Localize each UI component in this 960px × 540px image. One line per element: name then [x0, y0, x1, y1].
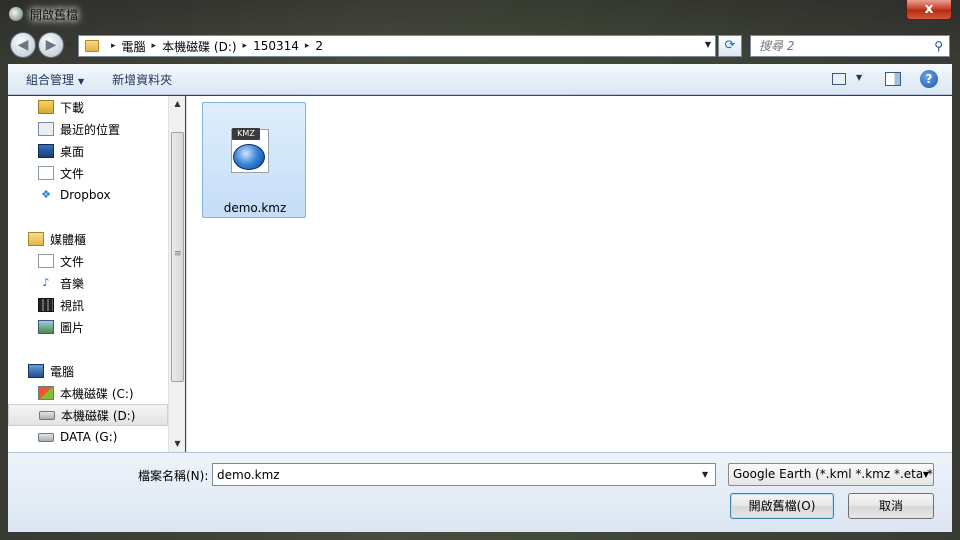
nav-item-label: 圖片	[60, 320, 85, 335]
organize-label: 組合管理	[26, 72, 75, 87]
nav-item-label: Dropbox	[60, 188, 111, 202]
window-title: 開啟舊檔	[30, 7, 79, 22]
breadcrumb-separator[interactable]: ▸	[152, 41, 157, 51]
folder-icon	[85, 40, 99, 52]
command-toolbar: 組合管理 ▼ 新增資料夾 ▼ ?	[8, 64, 952, 95]
filename-label: 檔案名稱(N):	[138, 469, 209, 483]
nav-item-label: DATA (G:)	[60, 430, 118, 444]
nav-item-label: 桌面	[60, 144, 85, 159]
file-type-badge: KMZ	[232, 128, 260, 140]
nav-item-label: 音樂	[60, 276, 85, 291]
file-item[interactable]: KMZ demo.kmz	[202, 102, 306, 218]
nav-item-dropbox[interactable]: ❖ Dropbox	[8, 184, 168, 206]
nav-item-downloads[interactable]: 下載	[8, 96, 168, 118]
nav-item-label: 本機磁碟 (D:)	[61, 408, 136, 423]
dropbox-icon: ❖	[41, 188, 51, 201]
downloads-icon	[38, 100, 54, 114]
drive-icon	[38, 432, 54, 442]
video-icon	[38, 298, 54, 312]
google-earth-icon	[233, 144, 265, 170]
address-dropdown[interactable]: ▼	[705, 40, 711, 49]
scroll-thumb[interactable]: ≡	[171, 132, 184, 382]
search-input[interactable]	[751, 36, 921, 56]
title-bar: 開啟舊檔 x	[0, 0, 960, 28]
nav-item-label: 下載	[60, 100, 85, 115]
kmz-file-icon: KMZ	[231, 128, 269, 173]
bottom-panel: 檔案名稱(N): ▼ Google Earth (*.kml *.kmz *.e…	[8, 452, 952, 532]
cancel-button[interactable]: 取消	[848, 493, 934, 519]
nav-item-label: 文件	[60, 254, 85, 269]
organize-button[interactable]: 組合管理 ▼	[16, 71, 94, 88]
nav-pane-scrollbar[interactable]: ▲ ≡ ▼	[168, 96, 185, 452]
nav-item-label: 電腦	[50, 364, 75, 379]
view-options-icon[interactable]	[832, 73, 846, 85]
search-icon[interactable]: ⚲	[934, 39, 943, 53]
desktop-icon	[38, 144, 54, 158]
breadcrumb-separator[interactable]: ▸	[111, 41, 116, 51]
nav-item-drive-g[interactable]: DATA (G:)	[8, 426, 168, 448]
nav-item-music[interactable]: ♪ 音樂	[8, 272, 168, 294]
nav-item-computer[interactable]: 電腦	[8, 360, 168, 382]
chevron-down-icon[interactable]: ▼	[856, 73, 862, 82]
preview-pane-icon[interactable]	[885, 72, 901, 86]
nav-item-documents[interactable]: 文件	[8, 162, 168, 184]
close-button[interactable]: x	[906, 0, 952, 20]
filename-dropdown[interactable]: ▼	[702, 470, 708, 479]
filename-input[interactable]	[212, 463, 716, 486]
nav-item-label: 文件	[60, 166, 85, 181]
help-icon[interactable]: ?	[920, 70, 938, 88]
new-folder-button[interactable]: 新增資料夾	[102, 71, 182, 88]
file-name: demo.kmz	[223, 201, 287, 215]
open-button[interactable]: 開啟舊檔(O)	[730, 493, 834, 519]
navigation-pane: 下載 最近的位置 桌面 文件 ❖ Dropbox 媒體櫃 文件 ♪ 音樂 視訊 圖片…	[8, 96, 168, 452]
recent-places-icon	[38, 122, 54, 136]
chevron-down-icon: ▼	[922, 470, 929, 479]
drive-icon	[39, 410, 55, 420]
nav-item-library-documents[interactable]: 文件	[8, 250, 168, 272]
filetype-value: Google Earth (*.kml *.kmz *.eta *	[733, 467, 934, 481]
nav-item-label: 媒體櫃	[50, 232, 87, 247]
breadcrumb-computer[interactable]: 電腦	[122, 38, 146, 55]
forward-button[interactable]: ▶	[38, 32, 64, 58]
nav-item-label: 視訊	[60, 298, 85, 313]
nav-item-libraries[interactable]: 媒體櫃	[8, 228, 168, 250]
nav-item-pictures[interactable]: 圖片	[8, 316, 168, 338]
scroll-up-button[interactable]: ▲	[169, 96, 186, 112]
computer-icon	[28, 364, 44, 378]
nav-item-recent-places[interactable]: 最近的位置	[8, 118, 168, 140]
google-earth-icon	[8, 6, 24, 22]
pictures-icon	[38, 320, 54, 334]
search-box[interactable]: ⚲	[750, 35, 950, 57]
document-icon	[38, 254, 54, 268]
nav-item-videos[interactable]: 視訊	[8, 294, 168, 316]
nav-item-drive-d[interactable]: 本機磁碟 (D:)	[8, 404, 168, 426]
breadcrumb-drive-d[interactable]: 本機磁碟 (D:)	[162, 38, 236, 55]
music-icon: ♪	[42, 276, 50, 289]
back-button[interactable]: ◀	[10, 32, 36, 58]
recent-pages-dropdown[interactable]: ▼	[66, 40, 72, 49]
grip-icon: ≡	[174, 249, 182, 259]
drive-c-icon	[38, 386, 54, 400]
address-bar[interactable]: ▸ 電腦 ▸ 本機磁碟 (D:) ▸ 150314 ▸ 2 ▼	[78, 35, 716, 57]
refresh-button[interactable]: ⟳	[718, 35, 742, 57]
navigation-bar: ◀ ▶ ▼ ▸ 電腦 ▸ 本機磁碟 (D:) ▸ 150314 ▸ 2 ▼ ⟳ …	[0, 30, 960, 62]
nav-item-drive-c[interactable]: 本機磁碟 (C:)	[8, 382, 168, 404]
breadcrumb-separator[interactable]: ▸	[243, 41, 248, 51]
breadcrumb-folder-2[interactable]: 2	[315, 39, 323, 53]
breadcrumb-folder-150314[interactable]: 150314	[253, 39, 299, 53]
filetype-select[interactable]: Google Earth (*.kml *.kmz *.eta * ▼	[728, 463, 934, 486]
nav-item-desktop[interactable]: 桌面	[8, 140, 168, 162]
nav-item-label: 最近的位置	[60, 122, 121, 137]
library-icon	[28, 232, 44, 246]
open-file-dialog: 開啟舊檔 x ◀ ▶ ▼ ▸ 電腦 ▸ 本機磁碟 (D:) ▸ 150314 ▸…	[0, 0, 960, 540]
chevron-down-icon: ▼	[78, 76, 85, 86]
scroll-down-button[interactable]: ▼	[169, 436, 186, 452]
nav-item-label: 本機磁碟 (C:)	[60, 386, 134, 401]
file-list-pane[interactable]: KMZ demo.kmz	[186, 96, 952, 452]
breadcrumb-separator[interactable]: ▸	[305, 41, 310, 51]
document-icon	[38, 166, 54, 180]
